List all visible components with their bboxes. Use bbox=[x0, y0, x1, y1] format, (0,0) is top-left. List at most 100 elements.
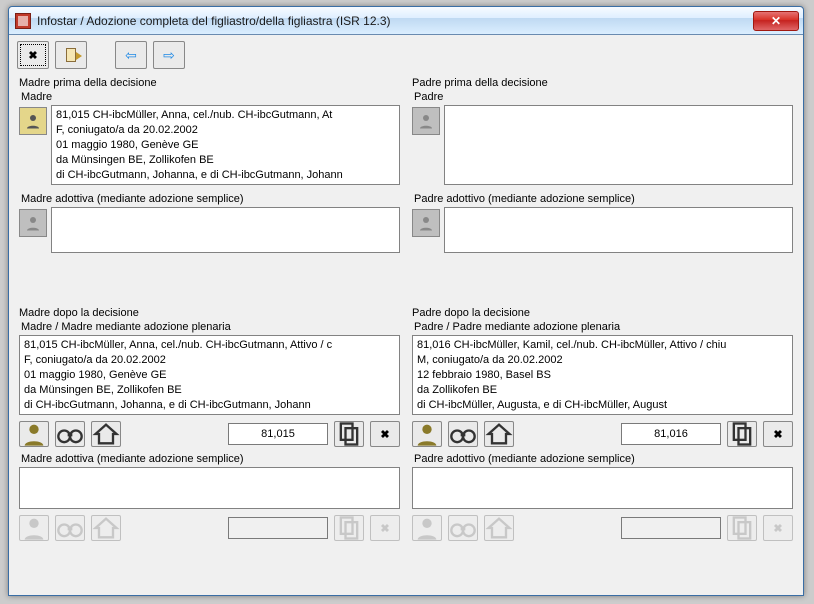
mother-adoptive-before-box bbox=[51, 207, 400, 253]
home-button bbox=[91, 515, 121, 541]
clear-button: ✖ bbox=[763, 515, 793, 541]
head-icon bbox=[24, 214, 42, 232]
mother-id-field[interactable] bbox=[228, 423, 328, 445]
copy-button bbox=[334, 515, 364, 541]
search-button[interactable] bbox=[55, 421, 85, 447]
line: da Münsingen BE, Zollikofen BE bbox=[56, 153, 395, 168]
binoculars-icon bbox=[56, 420, 84, 448]
person-card-button bbox=[19, 515, 49, 541]
father-adoptive-before-box bbox=[444, 207, 793, 253]
line: M, coniugato/a da 20.02.2002 bbox=[417, 353, 788, 368]
x-icon: ✖ bbox=[773, 428, 782, 441]
person-icon bbox=[19, 107, 47, 135]
line: 12 febbraio 1980, Basel BS bbox=[417, 368, 788, 383]
mother-after-box: 81,015 CH-ibcMüller, Anna, cel./nub. CH-… bbox=[19, 335, 400, 415]
home-button[interactable] bbox=[91, 421, 121, 447]
binoculars-icon bbox=[56, 514, 84, 542]
clear-button[interactable]: ✖ bbox=[763, 421, 793, 447]
person-card-button[interactable] bbox=[19, 421, 49, 447]
binoculars-icon bbox=[449, 514, 477, 542]
copy-icon bbox=[335, 514, 363, 542]
father-adoptive-label: Padre adottivo (mediante adozione sempli… bbox=[414, 193, 793, 205]
mother-after-adoptive-box bbox=[19, 467, 400, 509]
x-icon: ✖ bbox=[380, 522, 389, 535]
father-after-adoptive-label: Padre adottivo (mediante adozione sempli… bbox=[414, 453, 793, 465]
x-icon: ✖ bbox=[380, 428, 389, 441]
line: 81,015 CH-ibcMüller, Anna, cel./nub. CH-… bbox=[24, 338, 395, 353]
father-after-label: Padre / Padre mediante adozione plenaria bbox=[414, 321, 793, 333]
home-button bbox=[484, 515, 514, 541]
window-title: Infostar / Adozione completa del figlias… bbox=[37, 14, 753, 28]
titlebar: Infostar / Adozione completa del figlias… bbox=[9, 7, 803, 35]
mother-adoptive-label: Madre adottiva (mediante adozione sempli… bbox=[21, 193, 400, 205]
toolbar-exit-button[interactable] bbox=[55, 41, 87, 69]
home-button[interactable] bbox=[484, 421, 514, 447]
person-card-button[interactable] bbox=[412, 421, 442, 447]
toolbar-spacer bbox=[93, 41, 109, 69]
line: 81,016 CH-ibcMüller, Kamil, cel./nub. CH… bbox=[417, 338, 788, 353]
clear-button[interactable]: ✖ bbox=[370, 421, 400, 447]
line: F, coniugato/a da 20.02.2002 bbox=[56, 123, 395, 138]
line: di CH-ibcGutmann, Johanna, e di CH-ibcGu… bbox=[24, 398, 395, 413]
toolbar: ✖ ⇦ ⇨ bbox=[9, 35, 803, 75]
x-icon: ✖ bbox=[28, 49, 37, 62]
mother-label: Madre bbox=[21, 91, 400, 103]
mother-adoptive-id-field bbox=[228, 517, 328, 539]
father-before-box bbox=[444, 105, 793, 185]
copy-button[interactable] bbox=[334, 421, 364, 447]
father-id-field[interactable] bbox=[621, 423, 721, 445]
mother-after-adoptive-controls: ✖ bbox=[19, 515, 400, 541]
arrow-left-icon: ⇦ bbox=[125, 48, 137, 62]
person-card-icon bbox=[20, 420, 48, 448]
line: da Zollikofen BE bbox=[417, 383, 788, 398]
search-button[interactable] bbox=[448, 421, 478, 447]
toolbar-back-button[interactable]: ⇦ bbox=[115, 41, 147, 69]
binoculars-icon bbox=[449, 420, 477, 448]
person-icon bbox=[412, 209, 440, 237]
head-icon bbox=[417, 112, 435, 130]
section-title: Padre dopo la decisione bbox=[412, 307, 793, 319]
panel-mother-after: Madre dopo la decisione Madre / Madre me… bbox=[19, 305, 400, 585]
head-icon bbox=[24, 112, 42, 130]
home-icon bbox=[485, 514, 513, 542]
person-icon bbox=[412, 107, 440, 135]
father-after-box: 81,016 CH-ibcMüller, Kamil, cel./nub. CH… bbox=[412, 335, 793, 415]
line: F, coniugato/a da 20.02.2002 bbox=[24, 353, 395, 368]
home-icon bbox=[92, 420, 120, 448]
search-button bbox=[448, 515, 478, 541]
person-icon bbox=[19, 209, 47, 237]
father-after-adoptive-controls: ✖ bbox=[412, 515, 793, 541]
person-card-icon bbox=[20, 514, 48, 542]
window: Infostar / Adozione completa del figlias… bbox=[8, 6, 804, 596]
close-icon: ✕ bbox=[771, 14, 781, 28]
clear-button: ✖ bbox=[370, 515, 400, 541]
mother-after-controls: ✖ bbox=[19, 421, 400, 447]
line: da Münsingen BE, Zollikofen BE bbox=[24, 383, 395, 398]
panel-mother-before: Madre prima della decisione Madre 81,015… bbox=[19, 75, 400, 297]
section-title: Madre dopo la decisione bbox=[19, 307, 400, 319]
section-title: Padre prima della decisione bbox=[412, 77, 793, 89]
father-adoptive-id-field bbox=[621, 517, 721, 539]
toolbar-close-button[interactable]: ✖ bbox=[17, 41, 49, 69]
window-close-button[interactable]: ✕ bbox=[753, 11, 799, 31]
copy-button[interactable] bbox=[727, 421, 757, 447]
copy-icon bbox=[335, 420, 363, 448]
x-icon: ✖ bbox=[773, 522, 782, 535]
copy-icon bbox=[728, 514, 756, 542]
line: 01 maggio 1980, Genève GE bbox=[56, 138, 395, 153]
line: di CH-ibcGutmann, Johanna, e di CH-ibcGu… bbox=[56, 168, 395, 183]
copy-button bbox=[727, 515, 757, 541]
panel-father-after: Padre dopo la decisione Padre / Padre me… bbox=[412, 305, 793, 585]
content: Madre prima della decisione Madre 81,015… bbox=[9, 75, 803, 595]
mother-after-label: Madre / Madre mediante adozione plenaria bbox=[21, 321, 400, 333]
father-label: Padre bbox=[414, 91, 793, 103]
mother-before-box: 81,015 CH-ibcMüller, Anna, cel./nub. CH-… bbox=[51, 105, 400, 185]
head-icon bbox=[417, 214, 435, 232]
line: 01 maggio 1980, Genève GE bbox=[24, 368, 395, 383]
line: di CH-ibcMüller, Augusta, e di CH-ibcMül… bbox=[417, 398, 788, 413]
line: 81,015 CH-ibcMüller, Anna, cel./nub. CH-… bbox=[56, 108, 395, 123]
arrow-right-icon: ⇨ bbox=[163, 48, 175, 62]
toolbar-forward-button[interactable]: ⇨ bbox=[153, 41, 185, 69]
person-card-icon bbox=[413, 514, 441, 542]
copy-icon bbox=[728, 420, 756, 448]
